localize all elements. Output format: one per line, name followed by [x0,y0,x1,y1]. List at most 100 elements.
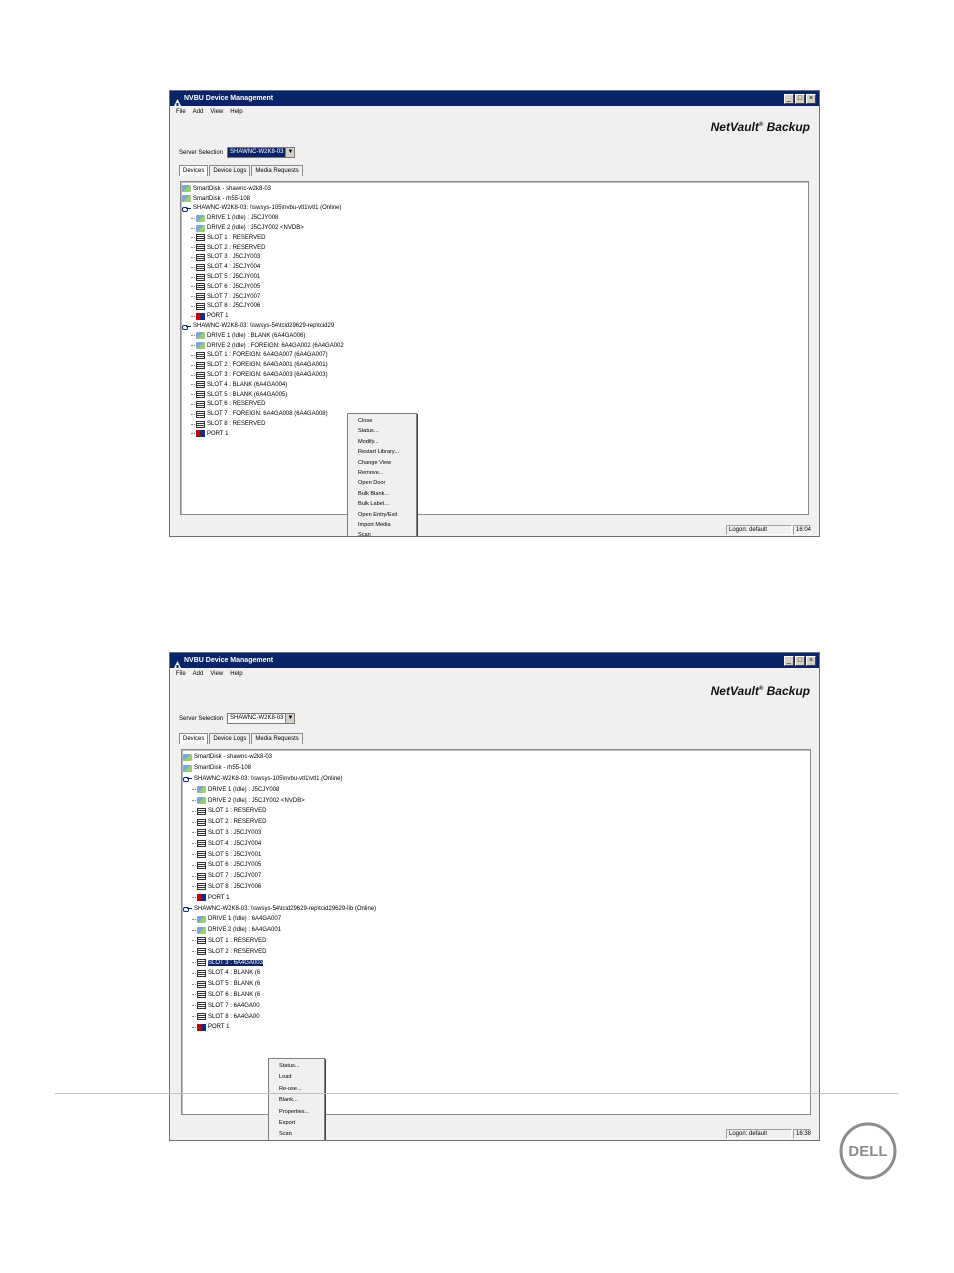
tree-item[interactable]: SLOT 8 : J5CJY006 [182,882,810,893]
tree-item[interactable]: SLOT 1 : RESERVED [181,233,808,243]
tree-item[interactable]: SLOT 8 : 6A4GA00 [182,1011,810,1022]
slot-icon [197,807,206,815]
menu-file[interactable]: File [176,671,186,677]
tree-item[interactable]: SLOT 7 : 6A4GA00 [182,1000,810,1011]
tree-item[interactable]: SLOT 3 : J5CJY003 [182,828,810,839]
tree-item[interactable]: SLOT 4 : BLANK (6 [182,968,810,979]
tree-item[interactable]: SLOT 2 : RESERVED [182,817,810,828]
tree-item[interactable]: SmartDisk - shawnc-w2k8-03 [181,184,808,194]
tree-item[interactable]: SLOT 6 : BLANK (6 [182,990,810,1001]
chevron-down-icon[interactable]: ▼ [285,714,295,723]
tree-item-label: SHAWNC-W2K8-03: \\swsys-54\tcid29629-rep… [193,323,335,330]
close-button[interactable]: × [806,93,816,104]
tree-item[interactable]: SLOT 1 : RESERVED [182,936,810,947]
context-menu-item[interactable]: Status... [348,426,416,436]
tree-item[interactable]: SHAWNC-W2K8-03: \\swsys-105\nvbu-vtl1\vt… [181,204,808,214]
context-menu-item[interactable]: Open Entry/Exit [348,510,416,520]
context-menu-item[interactable]: Load [269,1072,324,1083]
context-menu-item[interactable]: Change View [348,458,416,468]
tree-item[interactable]: DRIVE 1 (Idle) : J5CJY008 [181,213,808,223]
context-menu-item[interactable]: Bulk Label... [348,499,416,509]
tree-item[interactable]: SHAWNC-W2K8-03: \\swsys-105\nvbu-vtl1\vt… [182,774,810,785]
tree-item[interactable]: SLOT 4 : BLANK (6A4GA004) [181,380,808,390]
maximize-button[interactable]: □ [795,655,805,666]
context-menu-item[interactable]: Properties... [269,1107,324,1118]
port-icon [196,312,205,320]
tree-item[interactable]: SmartDisk - rh55-108 [181,194,808,204]
server-select[interactable]: SHAWNC-W2K8-03 ▼ [227,147,296,158]
tab-media-requests[interactable]: Media Requests [251,733,303,744]
tree-item[interactable]: PORT 1 [182,1022,810,1033]
tree-item[interactable]: SLOT 4 : J5CJY004 [181,262,808,272]
tree-item[interactable]: SLOT 8 : RESERVED [181,419,808,429]
tab-media-requests[interactable]: Media Requests [251,165,303,176]
tree-item[interactable]: SLOT 3 : FOREIGN: 6A4GA003 (6A4GA003) [181,370,808,380]
tree-item[interactable]: SmartDisk - shawnc-w2k8-03 [182,752,810,763]
tab-devices[interactable]: Devices [179,733,209,744]
server-select[interactable]: SHAWNC-W2K8-03 ▼ [227,713,296,724]
tree-item[interactable]: SLOT 7 : FOREIGN: 6A4GA008 (6A4GA008) [181,409,808,419]
tree-item[interactable]: SLOT 6 : RESERVED [181,400,808,410]
tree-item[interactable]: PORT 1 [182,892,810,903]
menu-view[interactable]: View [210,671,223,677]
minimize-button[interactable]: _ [784,93,794,104]
menu-add[interactable]: Add [193,671,204,677]
context-menu-item[interactable]: Close [348,416,416,426]
tree-item[interactable]: SLOT 3 : J5CJY003 [181,253,808,263]
menu-file[interactable]: File [176,109,186,115]
minimize-button[interactable]: _ [784,655,794,666]
tree-connector [191,394,195,396]
tab-devices[interactable]: Devices [179,165,209,176]
tree-item[interactable]: SLOT 5 : J5CJY001 [182,849,810,860]
context-menu-item[interactable]: Open Door [348,478,416,488]
tree-item[interactable]: SHAWNC-W2K8-03: \\swsys-54\tcid29629-rep… [182,903,810,914]
close-button[interactable]: × [806,655,816,666]
tree-item[interactable]: SLOT 5 : J5CJY001 [181,272,808,282]
title-bar[interactable]: NVBU Device Management _ □ × [170,653,819,668]
tree-item[interactable]: SLOT 6 : J5CJY005 [181,282,808,292]
tree-item[interactable]: PORT 1 [181,311,808,321]
context-menu-item[interactable]: Remove... [348,468,416,478]
tree-item[interactable]: SLOT 5 : BLANK (6 [182,979,810,990]
tree-item[interactable]: SHAWNC-W2K8-03: \\swsys-54\tcid29629-rep… [181,321,808,331]
menu-help[interactable]: Help [230,109,242,115]
tree-item[interactable]: DRIVE 1 (Idle) : BLANK (6A4GA006) [181,331,808,341]
tree-item[interactable]: DRIVE 2 (Idle) : 6A4GA001 [182,925,810,936]
tree-item[interactable]: SLOT 2 : RESERVED [182,946,810,957]
tab-device-logs[interactable]: Device Logs [209,165,251,176]
context-menu-item[interactable]: Modify... [348,437,416,447]
context-menu-item[interactable]: Blank... [269,1095,324,1106]
tree-item[interactable]: DRIVE 2 (Idle) : FOREIGN: 6A4GA002 (6A4G… [181,341,808,351]
tree-item[interactable]: SLOT 1 : FOREIGN: 6A4GA007 (6A4GA007) [181,351,808,361]
title-bar[interactable]: NVBU Device Management _ □ × [170,91,819,106]
tree-item[interactable]: SLOT 2 : RESERVED [181,243,808,253]
context-menu-item[interactable]: Restart Library... [348,447,416,457]
context-menu-item[interactable]: Bulk Blank... [348,489,416,499]
tree-item[interactable]: DRIVE 1 (Idle) : 6A4GA007 [182,914,810,925]
tree-item[interactable]: SLOT 1 : RESERVED [182,806,810,817]
tree-item[interactable]: SLOT 8 : J5CJY006 [181,302,808,312]
chevron-down-icon[interactable]: ▼ [285,148,295,157]
tree-item[interactable]: SLOT 3 : 6A4GA003 [182,957,810,968]
tree-connector [191,247,195,249]
menu-view[interactable]: View [210,109,223,115]
tab-device-logs[interactable]: Device Logs [209,733,251,744]
tree-item[interactable]: PORT 1 [181,429,808,439]
slot-icon [197,818,206,826]
menu-add[interactable]: Add [193,109,204,115]
tree-item-label: SLOT 7 : J5CJY007 [208,873,262,880]
tree-item[interactable]: SmartDisk - rh55-108 [182,763,810,774]
tree-item[interactable]: SLOT 4 : J5CJY004 [182,838,810,849]
menu-help[interactable]: Help [230,671,242,677]
tree-connector [191,384,195,386]
tree-item[interactable]: SLOT 7 : J5CJY007 [181,292,808,302]
maximize-button[interactable]: □ [795,93,805,104]
tree-item[interactable]: SLOT 7 : J5CJY007 [182,871,810,882]
tree-item[interactable]: SLOT 2 : FOREIGN: 6A4GA001 (6A4GA001) [181,360,808,370]
tree-item[interactable]: SLOT 6 : J5CJY005 [182,860,810,871]
context-menu-item[interactable]: Status... [269,1061,324,1072]
tree-item[interactable]: SLOT 5 : BLANK (6A4GA005) [181,390,808,400]
tree-item[interactable]: DRIVE 2 (Idle) : J5CJY002 <NVDB> [182,795,810,806]
tree-item[interactable]: DRIVE 2 (Idle) : J5CJY002 <NVDB> [181,223,808,233]
tree-item[interactable]: DRIVE 1 (Idle) : J5CJY008 [182,784,810,795]
